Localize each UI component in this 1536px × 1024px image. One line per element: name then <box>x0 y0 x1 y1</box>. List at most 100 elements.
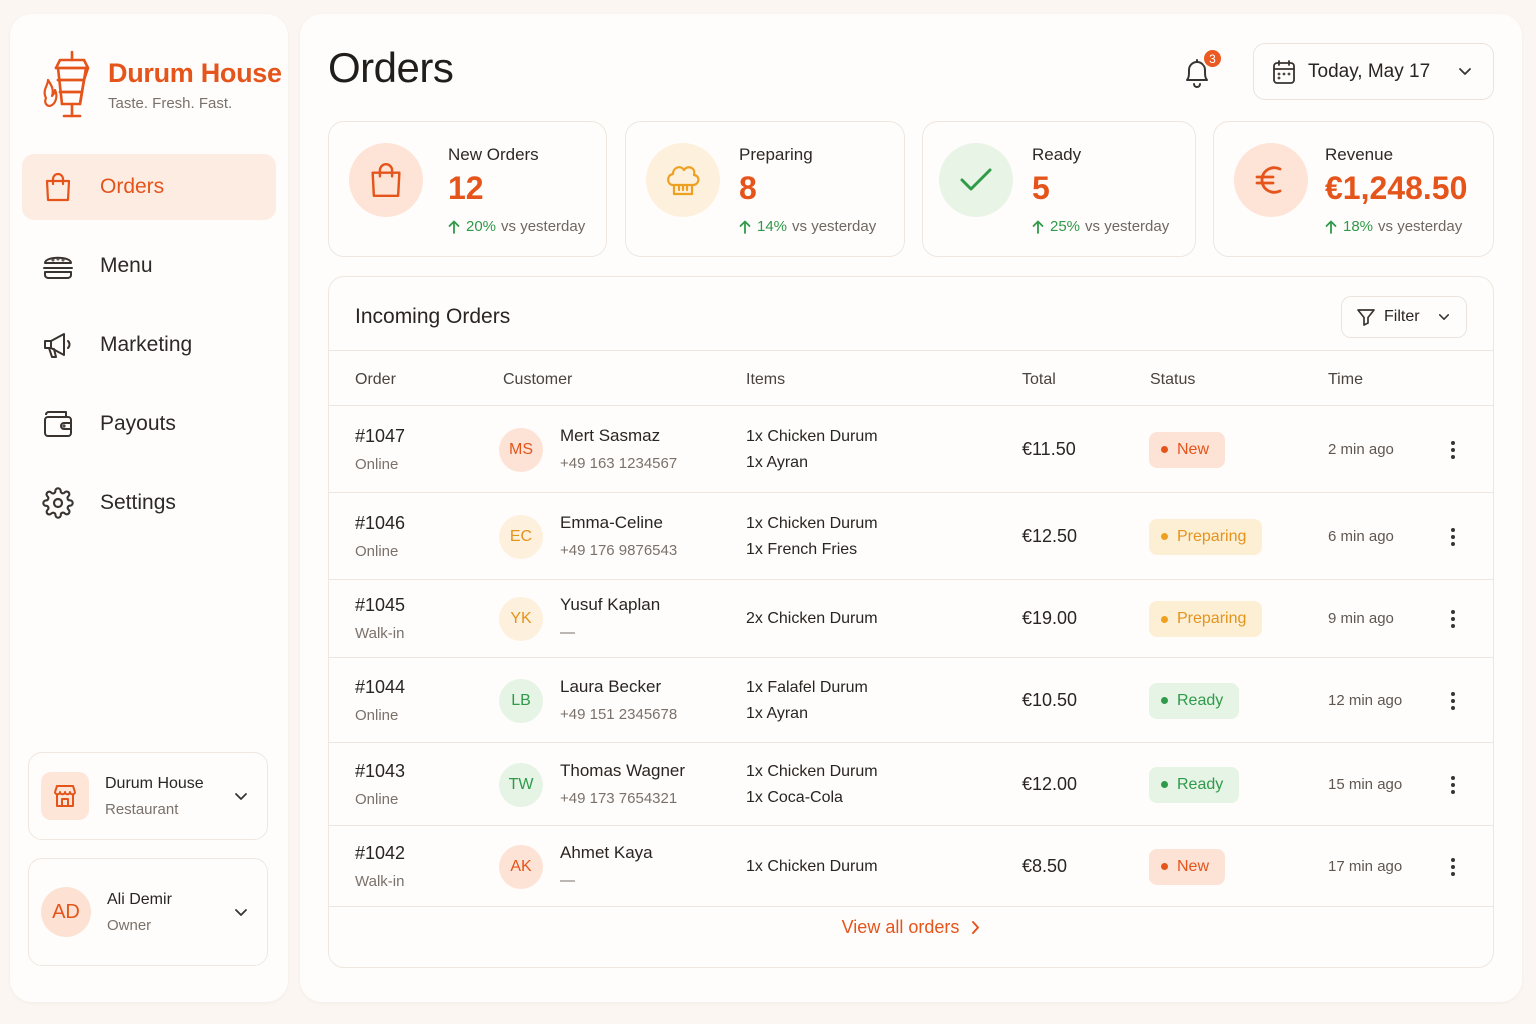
order-source: Online <box>355 790 399 808</box>
row-more-button[interactable] <box>1441 686 1465 716</box>
filter-icon <box>1357 309 1375 326</box>
order-source: Walk-in <box>355 872 405 890</box>
filter-button[interactable]: Filter <box>1341 296 1467 338</box>
order-id[interactable]: #1046 <box>355 513 405 534</box>
order-item: 1x Falafel Durum <box>746 678 868 696</box>
shopping-bag-icon <box>349 143 423 217</box>
customer-phone: +49 163 1234567 <box>560 454 678 472</box>
table-row[interactable]: #1045 Walk-in YK Yusuf Kaplan — 2x Chicken Du… <box>329 580 1493 658</box>
order-total: €11.50 <box>1022 438 1076 459</box>
order-item: 2x Chicken Durum <box>746 610 878 627</box>
arrow-up-icon <box>448 220 460 234</box>
date-picker[interactable]: Today, May 17 <box>1253 43 1494 100</box>
shop-type: Restaurant <box>105 800 179 818</box>
stat-trend-suffix: vs yesterday <box>1378 218 1463 235</box>
row-more-button[interactable] <box>1441 604 1465 634</box>
sidebar-item-payouts[interactable]: Payouts <box>22 391 276 457</box>
order-id[interactable]: #1043 <box>355 761 405 782</box>
more-vertical-icon <box>1451 691 1455 710</box>
order-item: 1x Chicken Durum <box>746 427 878 445</box>
stat-trend-percent: 18% <box>1343 218 1374 235</box>
row-more-button[interactable] <box>1441 522 1465 552</box>
sidebar-item-label: Marketing <box>100 333 193 356</box>
more-vertical-icon <box>1451 857 1455 876</box>
stat-card-new-orders[interactable]: New Orders 12 20% vs yesterday <box>328 121 607 257</box>
stat-value: €1,248.50 <box>1325 170 1468 206</box>
status-badge: Ready <box>1149 682 1240 719</box>
doner-logo-icon <box>43 50 90 118</box>
order-total: €12.50 <box>1022 525 1078 546</box>
stat-card-preparing[interactable]: Preparing 8 14% vs yesterday <box>625 121 905 257</box>
column-header-total[interactable]: Total <box>1022 371 1056 389</box>
status-dot <box>1161 863 1168 870</box>
customer-phone: +49 151 2345678 <box>560 705 678 723</box>
user-role: Owner <box>107 916 152 934</box>
table-row[interactable]: #1044 Online LB Laura Becker +49 151 2345678… <box>329 658 1493 743</box>
customer-name: Emma-Celine <box>560 512 663 532</box>
order-item: 1x Ayran <box>746 453 808 471</box>
order-id[interactable]: #1047 <box>355 426 405 447</box>
avatar: TW <box>499 762 543 807</box>
stat-card-ready[interactable]: Ready 5 25% vs yesterday <box>922 121 1196 257</box>
chevron-down-icon <box>229 908 253 917</box>
order-id[interactable]: #1044 <box>355 677 405 698</box>
customer-phone: — <box>560 871 575 889</box>
order-total: €10.50 <box>1022 689 1078 710</box>
page-title: Orders <box>328 44 454 91</box>
stat-value: 5 <box>1032 170 1050 206</box>
shop-switcher[interactable]: Durum House Restaurant <box>28 752 268 840</box>
order-total: €12.00 <box>1022 773 1078 794</box>
sidebar-item-settings[interactable]: Settings <box>22 470 276 536</box>
table-row[interactable]: #1047 Online MS Mert Sasmaz +49 163 1234567 1… <box>329 406 1493 493</box>
sidebar-item-label: Menu <box>100 254 153 277</box>
sidebar-item-orders[interactable]: Orders <box>22 154 276 220</box>
check-icon <box>939 143 1013 217</box>
row-more-button[interactable] <box>1441 852 1465 882</box>
order-items: 1x Chicken Durum 1x Ayran <box>746 424 878 476</box>
sidebar-nav: Orders Menu Marketing Payouts Settings <box>22 154 276 549</box>
order-id[interactable]: #1045 <box>355 595 405 616</box>
table-row[interactable]: #1046 Online EC Emma-Celine +49 176 9876543 1… <box>329 493 1493 580</box>
stat-card-revenue[interactable]: Revenue €1,248.50 18% vs yesterday <box>1213 121 1494 257</box>
shopping-bag-icon <box>42 171 74 203</box>
brand[interactable]: Durum House Taste. Fresh. Fast. <box>38 50 282 120</box>
store-icon <box>41 772 89 820</box>
column-header-order[interactable]: Order <box>355 371 396 389</box>
table-row[interactable]: #1043 Online TW Thomas Wagner +49 173 765432… <box>329 743 1493 826</box>
status-badge: Ready <box>1149 766 1240 803</box>
arrow-up-icon <box>1325 220 1337 234</box>
customer-name: Laura Becker <box>560 676 662 696</box>
status-badge: New <box>1149 431 1226 468</box>
order-id[interactable]: #1042 <box>355 843 405 864</box>
table-row[interactable]: #1042 Walk-in AK Ahmet Kaya — 1x Chicken Duru… <box>329 826 1493 907</box>
panel-title: Incoming Orders <box>355 305 511 328</box>
column-header-items[interactable]: Items <box>746 371 785 389</box>
order-time: 6 min ago <box>1328 527 1394 545</box>
stat-value: 8 <box>739 170 757 206</box>
column-header-customer[interactable]: Customer <box>503 371 572 389</box>
stat-trend: 25% vs yesterday <box>1032 218 1169 235</box>
sidebar-item-menu[interactable]: Menu <box>22 233 276 299</box>
order-total: €8.50 <box>1022 855 1068 876</box>
status-badge: Preparing <box>1149 601 1263 637</box>
avatar: EC <box>499 514 543 559</box>
status-label: Preparing <box>1177 527 1247 545</box>
row-more-button[interactable] <box>1441 435 1465 465</box>
avatar: YK <box>499 597 543 641</box>
order-items: 2x Chicken Durum <box>746 606 878 632</box>
column-header-time[interactable]: Time <box>1328 371 1363 389</box>
column-header-status[interactable]: Status <box>1150 371 1195 389</box>
order-time: 15 min ago <box>1328 775 1403 793</box>
row-more-button[interactable] <box>1441 770 1465 800</box>
order-item: 1x Coca-Cola <box>746 788 843 806</box>
status-badge: Preparing <box>1149 518 1263 555</box>
customer-name: Thomas Wagner <box>560 760 686 780</box>
user-menu[interactable]: AD Ali Demir Owner <box>28 858 268 966</box>
sidebar-item-label: Orders <box>100 175 165 198</box>
sidebar-item-marketing[interactable]: Marketing <box>22 312 276 378</box>
more-vertical-icon <box>1451 527 1455 546</box>
order-time: 9 min ago <box>1328 610 1394 627</box>
customer-name: Mert Sasmaz <box>560 425 661 445</box>
stat-label: Revenue <box>1325 145 1394 164</box>
view-all-orders-link[interactable]: View all orders <box>329 917 1493 938</box>
